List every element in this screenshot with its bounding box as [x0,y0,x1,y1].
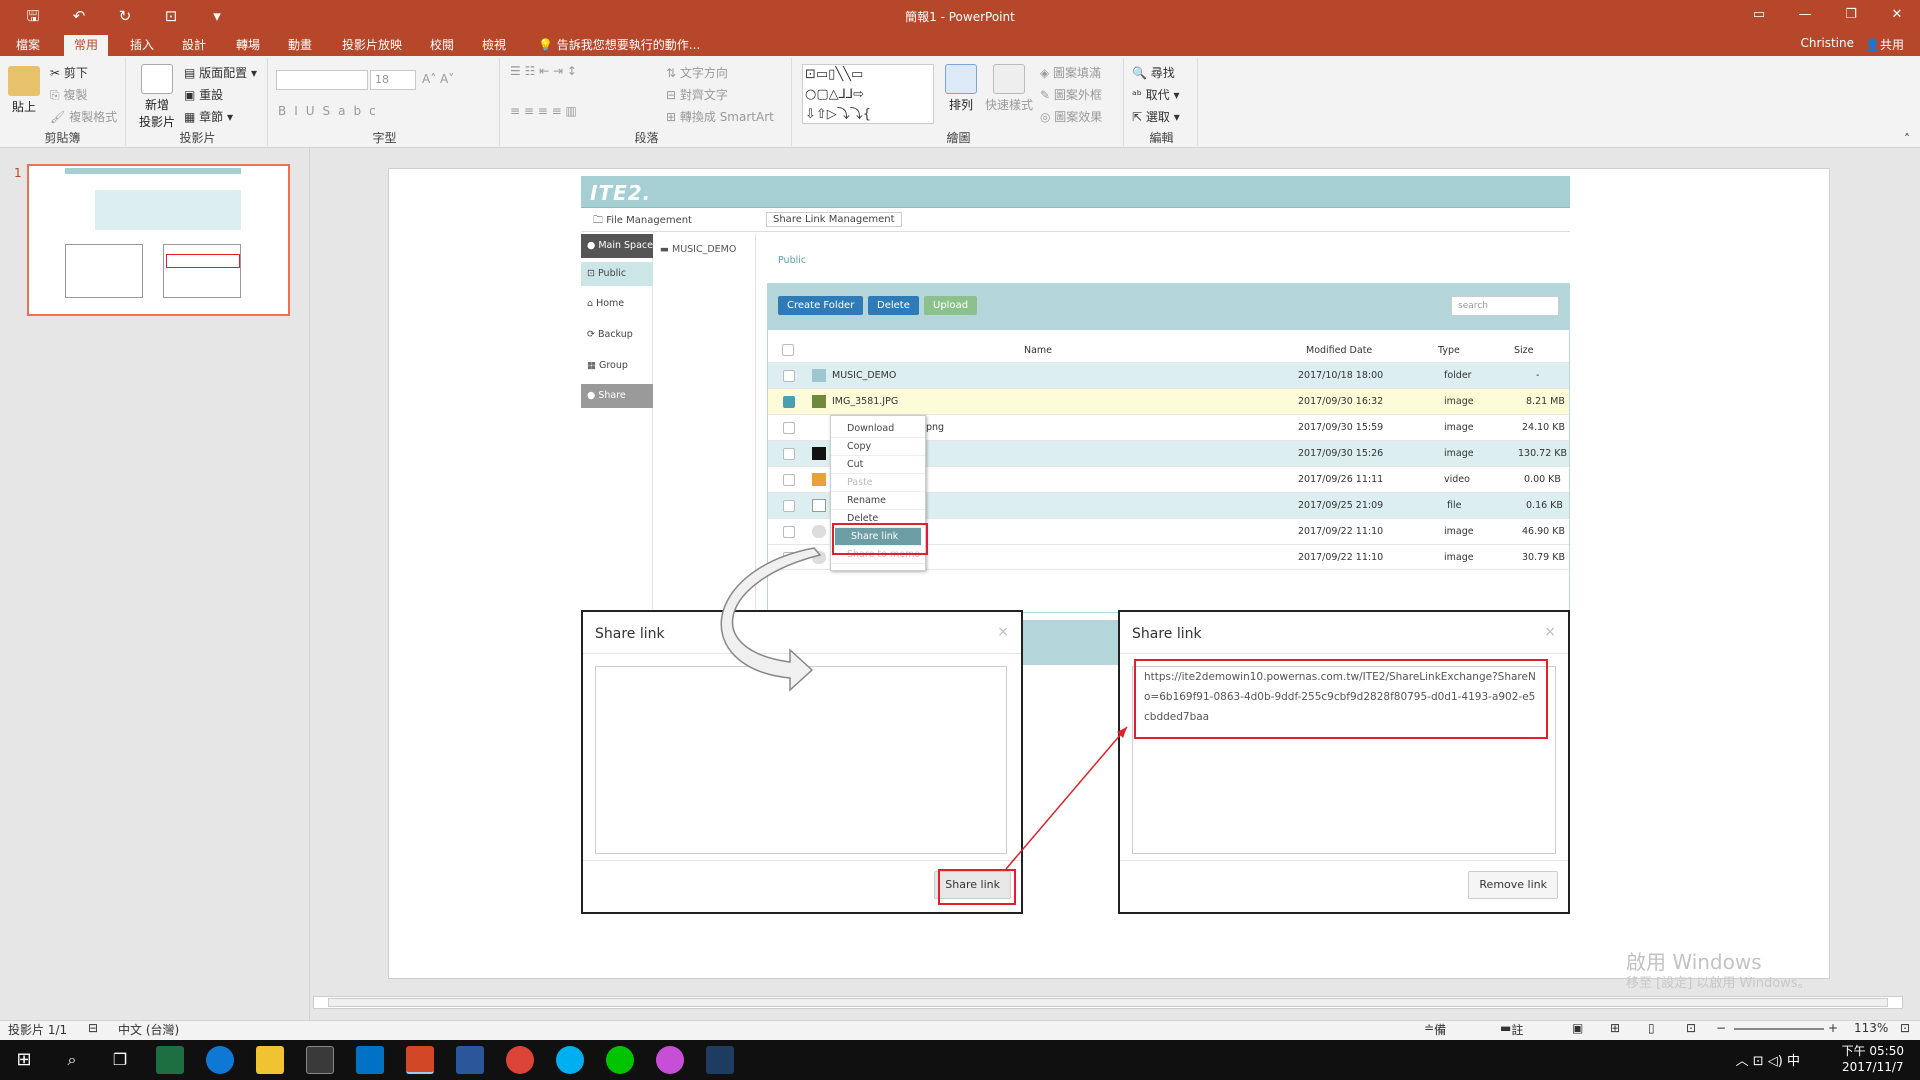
notes-button[interactable]: ≐ 備忘稿 [1424,1021,1446,1071]
slideshow-view-icon[interactable]: ⊡ [1686,1021,1696,1035]
search-icon[interactable]: ⌕ [58,1046,86,1074]
excel-icon[interactable] [156,1046,184,1074]
powerpoint-icon[interactable] [406,1046,434,1074]
fit-slide-icon[interactable]: ⊡ [1900,1021,1910,1035]
store-icon[interactable] [306,1046,334,1074]
horizontal-scrollbar[interactable] [313,996,1903,1009]
clock-date: 2017/11/7 [1842,1060,1904,1074]
zoom-out-icon[interactable]: − [1716,1021,1726,1035]
normal-view-icon[interactable]: ▣ [1572,1021,1583,1035]
edge-icon[interactable] [206,1046,234,1074]
skype-icon[interactable] [556,1046,584,1074]
line-icon[interactable] [606,1046,634,1074]
slide-counter: 投影片 1/1 [8,1023,68,1037]
paint-icon[interactable] [656,1046,684,1074]
activation-watermark: 啟用 Windows [1626,950,1762,974]
scrollbar-thumb[interactable] [328,998,1888,1007]
file-explorer-icon[interactable] [256,1046,284,1074]
outlook-icon[interactable] [356,1046,384,1074]
task-view-icon[interactable]: ❐ [106,1046,134,1074]
word-icon[interactable] [456,1046,484,1074]
system-clock[interactable]: 下午 05:50 2017/11/7 [1842,1043,1904,1075]
system-tray-icons[interactable]: ︿ ⊡ ◁) 中 [1736,1050,1800,1069]
zoom-slider[interactable] [1734,1028,1824,1030]
spellcheck-icon[interactable]: ⊟ [88,1021,98,1035]
activation-watermark-hint: 移至 [設定] 以啟用 Windows。 [1626,976,1811,991]
curved-arrow-shape [720,547,822,692]
sorter-view-icon[interactable]: ⊞ [1610,1021,1620,1035]
language-indicator[interactable]: 中文 (台灣) [118,1021,179,1038]
red-connector-line [1005,726,1128,870]
zoom-in-icon[interactable]: + [1828,1021,1838,1035]
zoom-level[interactable]: 113% [1854,1021,1888,1035]
annotation-arrows [720,547,1128,870]
ime-indicator[interactable]: 中 [1787,1054,1800,1069]
clock-time: 下午 05:50 [1841,1044,1904,1058]
reading-view-icon[interactable]: ▯ [1648,1021,1655,1035]
windows-taskbar: ⊞ ⌕ ❐ ︿ ⊡ ◁) 中 下午 05:50 2017/11/7 [0,1040,1920,1080]
app-icon[interactable] [706,1046,734,1074]
start-icon[interactable]: ⊞ [10,1046,38,1074]
comments-button[interactable]: ▬ 註解 [1500,1021,1523,1054]
chrome-icon[interactable] [506,1046,534,1074]
